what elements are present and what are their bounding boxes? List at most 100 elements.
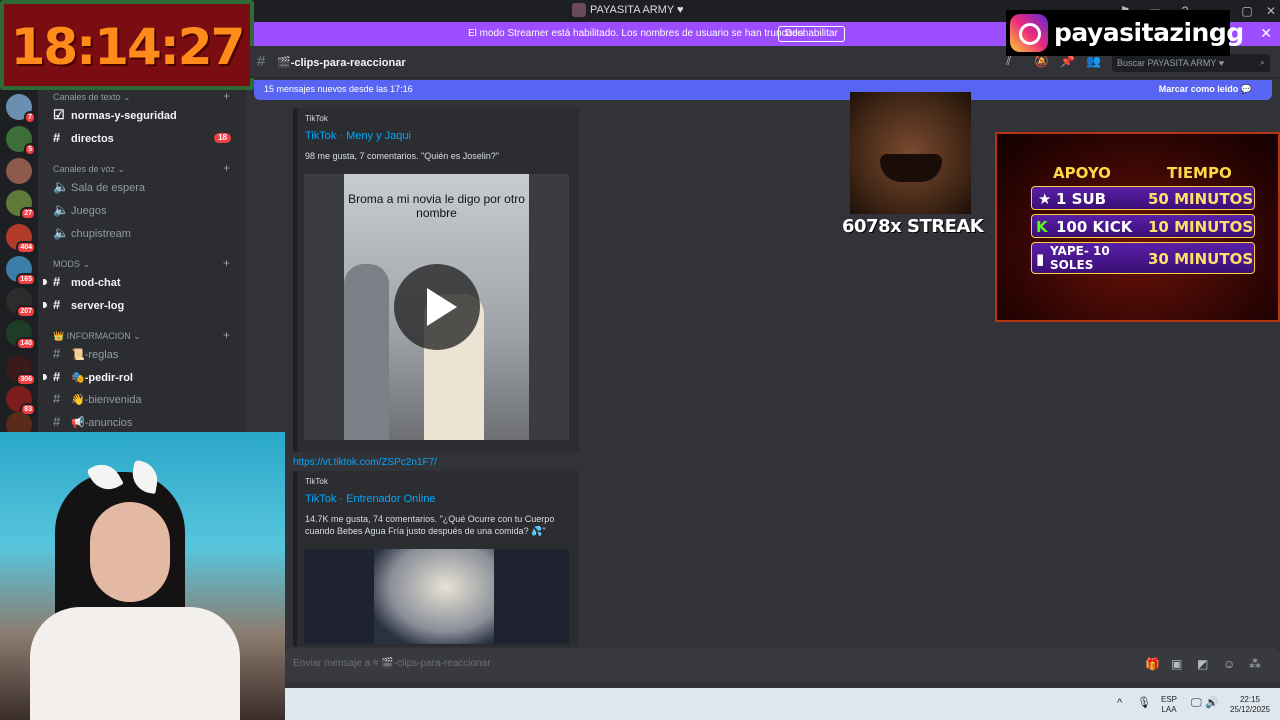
server-avatar[interactable]: 83	[6, 386, 36, 416]
microphone-icon[interactable]: 🎙	[1137, 698, 1151, 709]
streamer-mode-message: El modo Streamer está habilitado. Los no…	[468, 28, 806, 39]
category-label: Canales de voz	[53, 164, 116, 174]
meme-image	[850, 92, 971, 214]
webcam-face	[90, 502, 170, 602]
server-avatar[interactable]	[6, 158, 32, 184]
instagram-icon	[1010, 14, 1048, 52]
channel-pedir-rol[interactable]: # 🎭-pedir-rol	[43, 368, 243, 386]
server-badge: 7	[24, 111, 36, 124]
channel-label: 🎭-pedir-rol	[71, 372, 133, 384]
channel-label: Sala de espera	[71, 182, 145, 194]
hash-icon: #	[53, 414, 61, 429]
channel-label: Juegos	[71, 205, 107, 217]
server-avatar[interactable]: 27	[6, 190, 36, 220]
language-indicator[interactable]: ESP LAA	[1161, 695, 1177, 715]
channel-server-log[interactable]: # server-log	[43, 296, 243, 314]
embed-description: 14.7K me gusta, 74 comentarios. "¿Qué Oc…	[305, 514, 555, 536]
emoji-icon[interactable]: ☺	[1223, 657, 1235, 671]
mute-bell-icon[interactable]: 🔕	[1034, 54, 1049, 68]
embed-title-link[interactable]: TikTok · Entrenador Online	[305, 493, 435, 505]
channel-anuncios[interactable]: # 📢-anuncios	[53, 413, 243, 431]
voice-channel-sala-de-espera[interactable]: 🔈 Sala de espera	[53, 178, 243, 196]
gif-icon[interactable]: ▣	[1171, 657, 1182, 671]
category-label: INFORMACION	[66, 331, 131, 341]
category-label: Canales de texto	[53, 92, 121, 102]
video-preview[interactable]: Broma a mi novia le digo por otro nombre	[304, 174, 569, 440]
tray-chevron-icon[interactable]: ^	[1117, 698, 1122, 709]
embed-title-link[interactable]: TikTok · Meny y Jaqui	[305, 130, 411, 142]
speaker-icon: 🔈	[53, 225, 70, 240]
play-icon[interactable]	[394, 264, 480, 350]
video-person	[344, 264, 389, 440]
hash-icon: #	[53, 130, 61, 145]
voice-channel-juegos[interactable]: 🔈 Juegos	[53, 201, 243, 219]
add-channel-icon[interactable]: +	[223, 256, 230, 270]
message-composer[interactable]: Enviar mensaje a # 🎬-clips-para-reaccion…	[285, 648, 1280, 682]
streak-counter: 6078x STREAK	[842, 216, 984, 237]
pin-icon[interactable]: 📌	[1060, 54, 1075, 68]
channel-label: server-log	[71, 300, 125, 312]
embed-provider: TikTok	[305, 114, 328, 123]
sticker-icon[interactable]: ◩	[1197, 657, 1208, 671]
category-voice-channels[interactable]: Canales de voz ⌄ +	[53, 161, 230, 175]
server-avatar[interactable]: 207	[6, 288, 36, 318]
hash-icon: #	[53, 369, 61, 384]
category-label: MODS	[53, 259, 80, 269]
apps-icon[interactable]: ⁂	[1249, 657, 1261, 671]
member-list-icon[interactable]: 👥	[1086, 54, 1101, 68]
server-avatar[interactable]: 7	[6, 94, 36, 124]
category-mods[interactable]: MODS ⌄ +	[53, 256, 230, 270]
support-time: 50 MINUTOS	[1148, 190, 1254, 208]
instagram-overlay: payasitazingg	[1006, 10, 1244, 56]
close-icon[interactable]: ✕	[1260, 25, 1272, 42]
server-avatar[interactable]: 140	[6, 320, 36, 350]
server-badge: 140	[16, 337, 36, 350]
channel-label: directos	[71, 133, 114, 145]
unread-indicator	[43, 279, 47, 285]
meme-mouth	[880, 154, 942, 182]
new-messages-bar[interactable]: 15 mensajes nuevos desde las 17:16 Marca…	[254, 80, 1272, 100]
mark-as-read-label: Marcar como leído	[1158, 84, 1239, 94]
volume-icon[interactable]: 🔊	[1205, 698, 1219, 709]
add-channel-icon[interactable]: +	[223, 328, 230, 342]
support-row: ▮ YAPE- 10 SOLES 30 MINUTOS	[1031, 242, 1255, 274]
category-informacion[interactable]: 👑 INFORMACION ⌄ +	[53, 328, 230, 342]
gift-icon[interactable]: 🎁	[1145, 657, 1160, 671]
video-preview[interactable]	[304, 549, 569, 644]
server-badge: 5	[24, 143, 36, 156]
rules-channel-icon: ☑	[53, 107, 65, 122]
windows-taskbar: ^ 🎙 ESP LAA 🖵 🔊 22:15 25/12/2025	[285, 688, 1280, 720]
category-text-channels[interactable]: Canales de texto ⌄ +	[53, 89, 230, 103]
support-item: 1 SUB	[1056, 190, 1107, 208]
channel-mod-chat[interactable]: # mod-chat	[43, 273, 243, 291]
channel-directos[interactable]: # directos 18	[53, 129, 243, 147]
support-row: ★ 1 SUB 50 MINUTOS	[1031, 186, 1255, 210]
mark-as-read-button[interactable]: Marcar como leído 💬	[1159, 84, 1252, 95]
video-caption: Broma a mi novia le digo por otro nombre	[348, 192, 525, 220]
message-link[interactable]: https://vt.tiktok.com/ZSPc2n1F7/	[293, 457, 437, 468]
channel-reglas[interactable]: # 📜-reglas	[53, 345, 243, 363]
disable-streamer-mode-button[interactable]: Deshabilitar	[778, 26, 845, 42]
network-icon[interactable]: 🖵	[1191, 698, 1202, 709]
server-avatar[interactable]: 404	[6, 224, 36, 254]
webcam-overlay	[0, 432, 285, 720]
crown-icon: 👑	[53, 331, 67, 341]
channel-normas-y-seguridad[interactable]: ☑ normas-y-seguridad	[53, 106, 243, 124]
search-input[interactable]: Buscar PAYASITA ARMY ♥ ⌕	[1112, 54, 1270, 72]
support-time: 30 MINUTOS	[1148, 250, 1254, 268]
channel-bienvenida[interactable]: # 👋-bienvenida	[53, 390, 243, 408]
server-avatar[interactable]: 306	[6, 356, 36, 386]
channel-name: 🎬-clips-para-reaccionar	[277, 57, 406, 69]
threads-icon[interactable]: ⫽	[1006, 54, 1011, 69]
server-badge: 404	[16, 241, 36, 254]
server-badge: 306	[16, 373, 36, 386]
embed-description: 98 me gusta, 7 comentarios. "Quién es Jo…	[305, 151, 499, 161]
taskbar-clock[interactable]: 22:15 25/12/2025	[1225, 695, 1275, 715]
add-channel-icon[interactable]: +	[223, 89, 230, 103]
add-channel-icon[interactable]: +	[223, 161, 230, 175]
server-avatar[interactable]: 165	[6, 256, 36, 286]
close-window-button[interactable]: ✕	[1262, 2, 1280, 20]
voice-channel-chupistream[interactable]: 🔈 chupistream	[53, 224, 243, 242]
server-avatar[interactable]: 5	[6, 126, 36, 156]
hash-icon: #	[53, 274, 61, 289]
